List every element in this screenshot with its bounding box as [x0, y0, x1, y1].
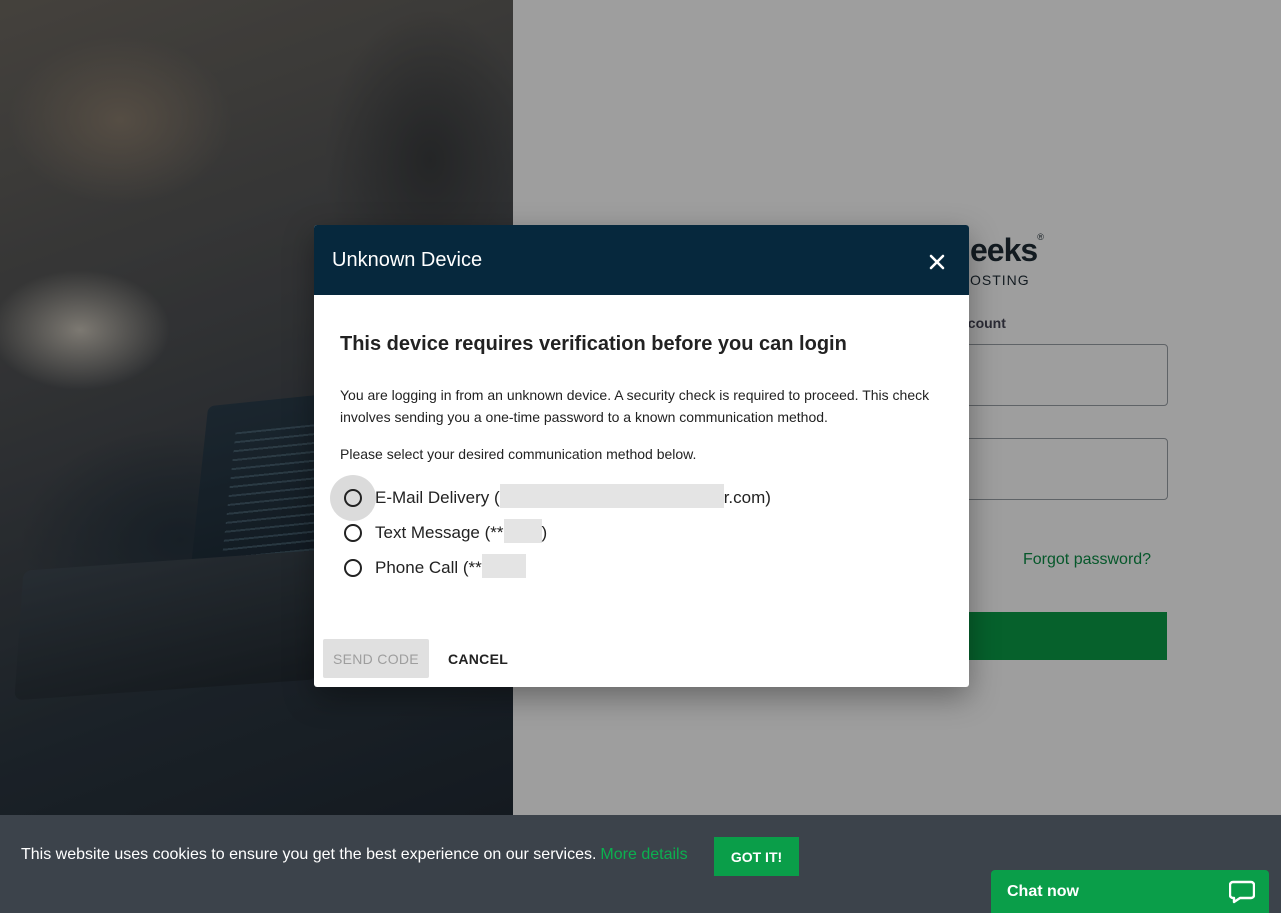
chat-widget[interactable]: Chat now — [991, 870, 1269, 913]
option-text-message[interactable]: Text Message (**) — [340, 515, 943, 550]
radio-email[interactable] — [330, 475, 376, 521]
unknown-device-dialog: Unknown Device This device requires veri… — [314, 225, 969, 687]
cookie-message-row: This website uses cookies to ensure you … — [21, 846, 688, 864]
option-text-prefix: Text Message (** — [375, 522, 504, 542]
close-button[interactable] — [923, 248, 951, 276]
cancel-button[interactable]: CANCEL — [438, 639, 518, 678]
more-details-link[interactable]: More details — [600, 846, 687, 863]
option-phone-call[interactable]: Phone Call (** — [340, 550, 943, 585]
method-options: E-Mail Delivery ( r.com) Text Message (**… — [330, 475, 943, 585]
got-it-button[interactable]: GOT IT! — [714, 837, 799, 876]
option-email-suffix: r.com) — [723, 487, 771, 507]
dialog-actions: SEND CODE CANCEL — [323, 639, 518, 678]
send-code-button[interactable]: SEND CODE — [323, 639, 429, 678]
option-text-suffix: ) — [541, 522, 548, 542]
chat-label: Chat now — [1007, 882, 1079, 900]
option-email-prefix: E-Mail Delivery ( — [375, 487, 500, 507]
radio-text-message[interactable] — [340, 515, 366, 550]
dialog-body: This device requires verification before… — [314, 333, 969, 585]
redacted-phone — [503, 519, 542, 543]
option-phone-prefix: Phone Call (** — [375, 557, 482, 577]
redacted-email — [499, 484, 724, 508]
option-email[interactable]: E-Mail Delivery ( r.com) — [330, 475, 943, 521]
dialog-intro: You are logging in from an unknown devic… — [340, 387, 930, 425]
chat-bubble-icon — [1229, 880, 1255, 903]
close-icon — [929, 254, 945, 269]
cookie-message: This website uses cookies to ensure you … — [21, 846, 597, 863]
dialog-header: Unknown Device — [314, 225, 969, 295]
dialog-instruction: Please select your desired communication… — [340, 446, 697, 462]
radio-phone-call[interactable] — [340, 550, 366, 585]
dialog-heading: This device requires verification before… — [340, 333, 847, 355]
redacted-phone-call — [481, 554, 526, 578]
dialog-title: Unknown Device — [332, 248, 483, 271]
